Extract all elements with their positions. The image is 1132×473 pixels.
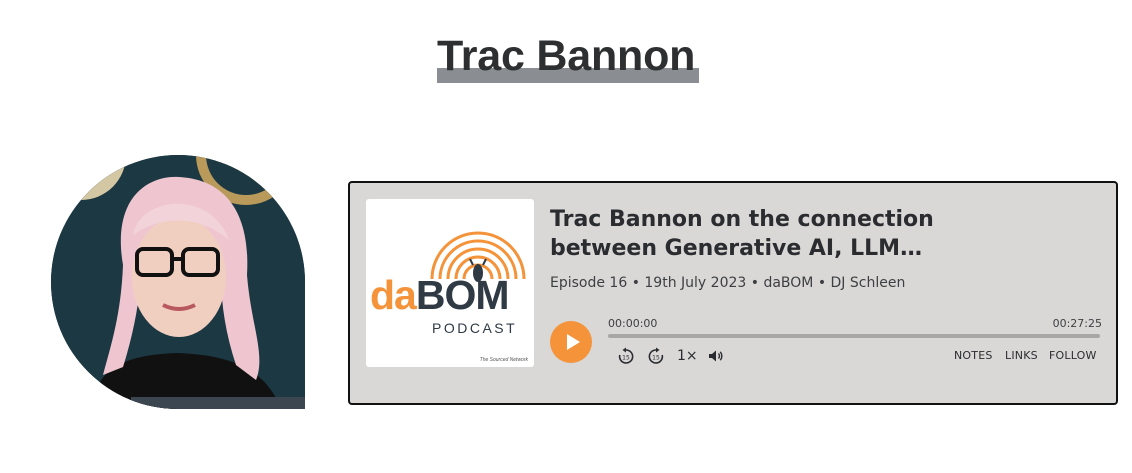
playback-speed-button[interactable]: 1× <box>677 346 698 366</box>
volume-icon <box>709 350 723 362</box>
skip-forward-15-icon: 15 <box>648 347 664 364</box>
notes-button[interactable]: NOTES <box>954 349 993 362</box>
artwork-brand: daBOM <box>370 272 510 318</box>
play-button[interactable] <box>550 321 592 363</box>
links-button[interactable]: LINKS <box>1005 349 1038 362</box>
progress-bar[interactable] <box>608 334 1100 338</box>
brand-da: da <box>370 272 417 318</box>
episode-meta: Episode 16 • 19th July 2023 • daBOM • DJ… <box>550 275 906 291</box>
duration: 00:27:25 <box>1052 317 1102 330</box>
podcast-player: daBOM PODCAST The Sourced Network Trac B… <box>348 181 1118 405</box>
page-title: Trac Bannon <box>437 32 696 80</box>
skip-forward-seconds: 15 <box>652 355 660 362</box>
episode-title[interactable]: Trac Bannon on the connection between Ge… <box>550 205 970 263</box>
artwork-network: The Sourced Network <box>479 357 528 363</box>
volume-button[interactable] <box>708 346 724 366</box>
podcast-artwork[interactable]: daBOM PODCAST The Sourced Network <box>366 199 534 367</box>
skip-back-seconds: 15 <box>622 355 630 362</box>
play-icon <box>567 334 580 350</box>
portrait-image <box>51 155 305 409</box>
skip-back-15-icon: 15 <box>618 347 634 364</box>
artwork-subtitle: PODCAST <box>432 320 518 336</box>
skip-back-button[interactable]: 15 <box>616 346 636 366</box>
follow-button[interactable]: FOLLOW <box>1049 349 1097 362</box>
brand-bom: BOM <box>415 272 510 318</box>
current-time: 00:00:00 <box>608 317 658 330</box>
skip-forward-button[interactable]: 15 <box>646 346 666 366</box>
avatar <box>51 155 305 409</box>
